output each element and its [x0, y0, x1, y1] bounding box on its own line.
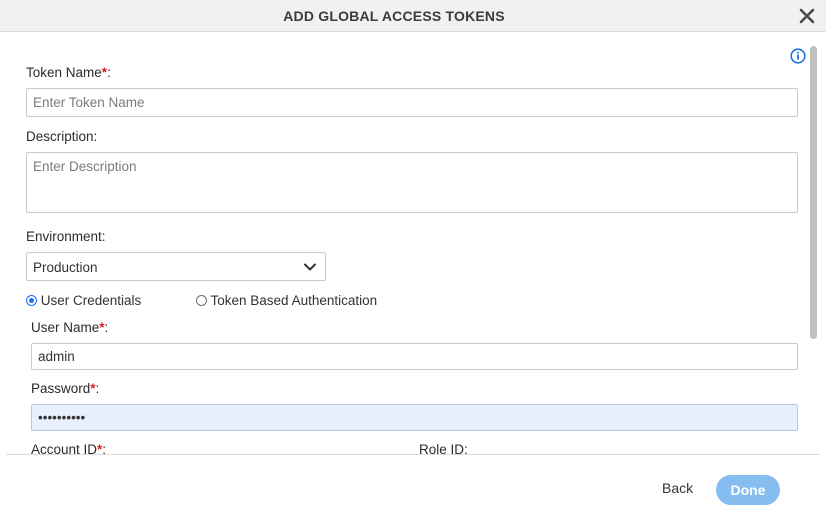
footer-divider — [6, 454, 820, 455]
scrollbar-thumb[interactable] — [810, 46, 817, 339]
radio-user-credentials[interactable]: User Credentials — [26, 293, 141, 308]
close-icon[interactable] — [798, 7, 816, 25]
environment-selected-value: Production — [33, 260, 98, 275]
dialog-footer — [0, 455, 826, 519]
environment-select[interactable]: Production — [26, 252, 326, 281]
description-textarea[interactable] — [26, 152, 798, 213]
password-input[interactable] — [31, 404, 798, 431]
radio-button-token-based-auth[interactable] — [196, 295, 207, 306]
dialog-header: ADD GLOBAL ACCESS TOKENS — [0, 0, 826, 32]
radio-token-based-auth[interactable]: Token Based Authentication — [196, 293, 377, 308]
radio-label-user-credentials: User Credentials — [40, 293, 142, 308]
radio-label-token-based-auth: Token Based Authentication — [210, 293, 378, 308]
dialog-title: ADD GLOBAL ACCESS TOKENS — [283, 8, 505, 24]
radio-button-user-credentials[interactable] — [26, 295, 37, 306]
user-name-label: User Name*: — [31, 320, 109, 335]
environment-label: Environment: — [26, 229, 106, 244]
user-name-input[interactable] — [31, 343, 798, 370]
info-icon[interactable] — [790, 48, 806, 64]
chevron-down-icon — [303, 260, 317, 274]
description-label: Description: — [26, 129, 98, 144]
password-label: Password*: — [31, 381, 100, 396]
token-name-label: Token Name*: — [26, 65, 111, 80]
done-button[interactable]: Done — [716, 475, 780, 505]
token-name-input[interactable] — [26, 88, 798, 117]
back-button[interactable]: Back — [662, 480, 693, 496]
